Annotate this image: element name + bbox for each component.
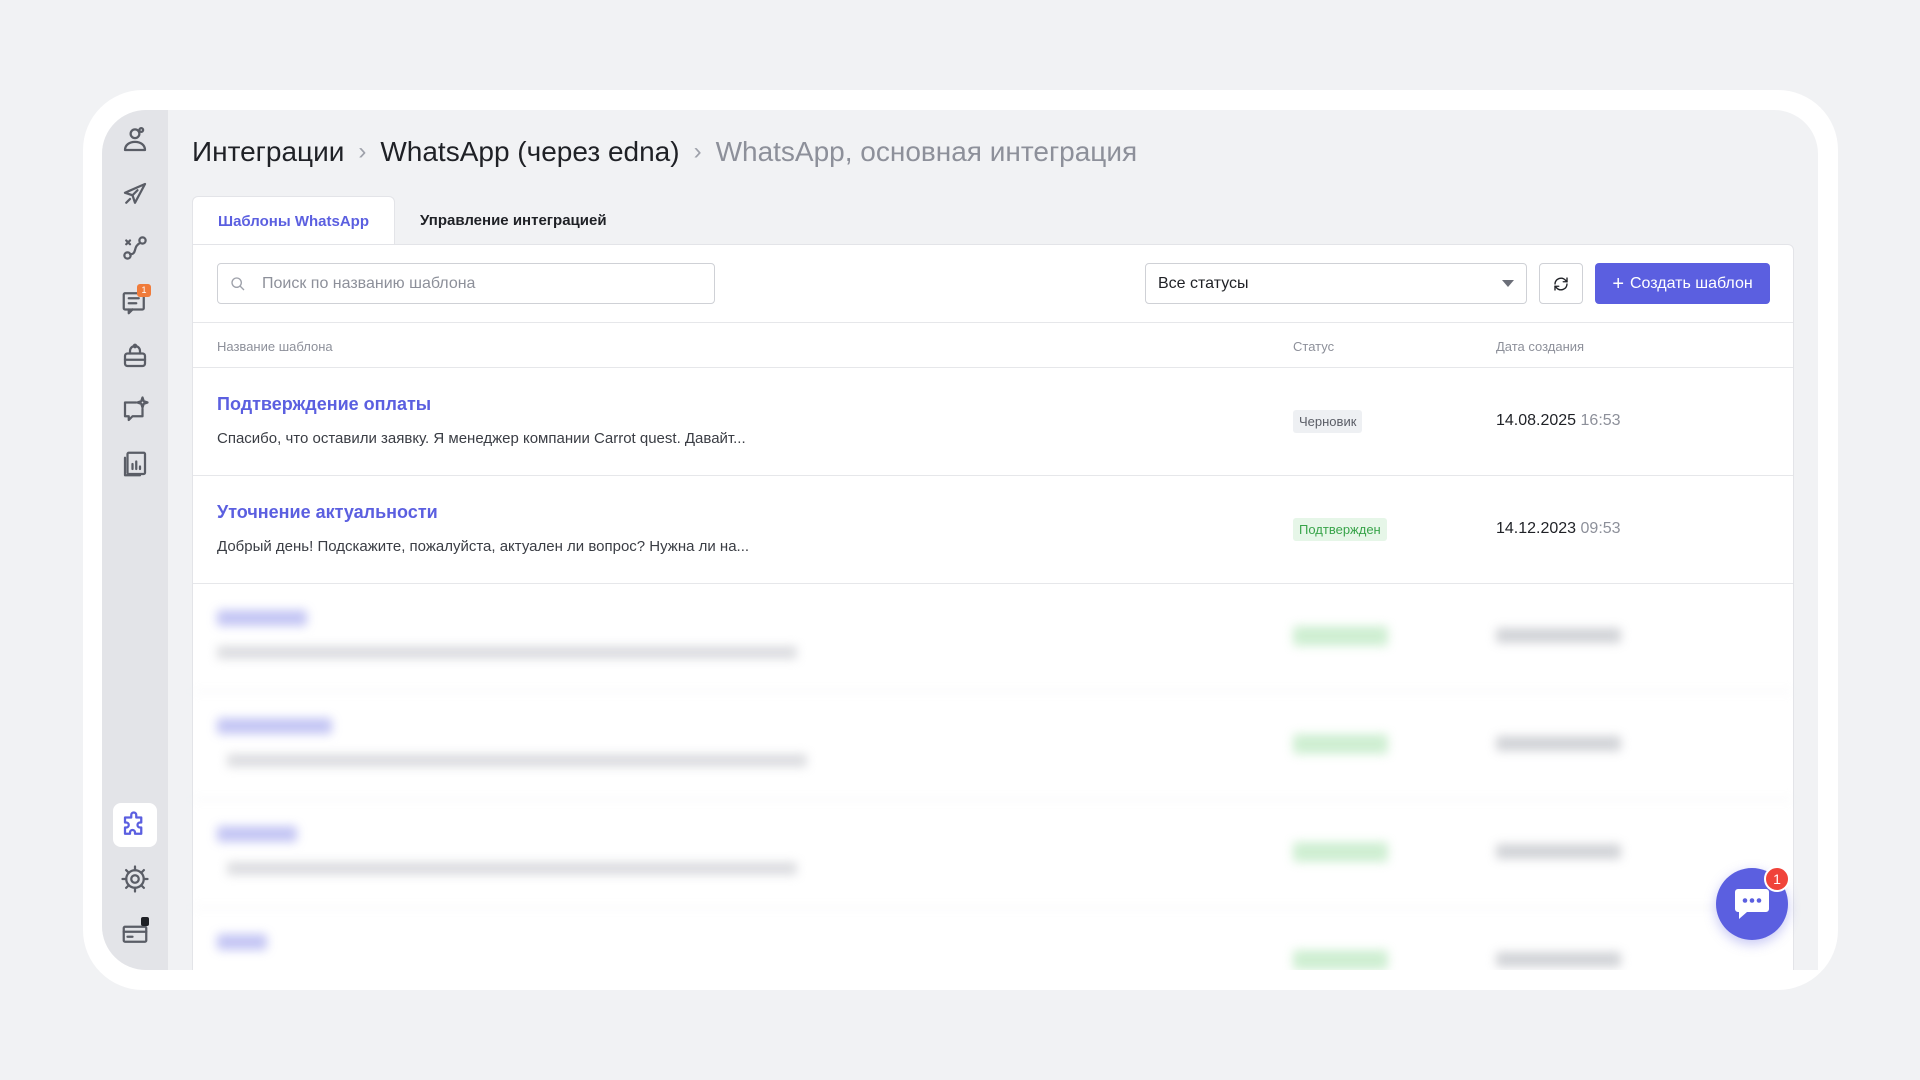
created-date-day: 14.08.2025	[1496, 412, 1577, 429]
caret-down-icon	[1502, 280, 1514, 287]
puzzle-icon	[123, 811, 143, 835]
created-date: 14.12.2023 09:53	[1496, 520, 1621, 538]
refresh-icon	[1554, 276, 1568, 291]
template-name-link[interactable]: Подтверждение оплаты	[217, 394, 431, 415]
redacted-date	[1496, 736, 1621, 751]
bot-icon	[123, 343, 147, 368]
column-header-name: Название шаблона	[217, 339, 333, 354]
route-icon	[123, 236, 147, 260]
redacted-date	[1496, 844, 1621, 859]
breadcrumb-current: WhatsApp, основная интеграция	[715, 136, 1138, 167]
users-icon	[123, 127, 147, 152]
search-input[interactable]	[262, 274, 702, 293]
created-date-time: 09:53	[1580, 520, 1621, 537]
conversations-badge: 1	[137, 284, 151, 297]
table-row[interactable]: Подтверждение оплаты Спасибо, что остави…	[193, 368, 1793, 476]
chat-widget-badge: 1	[1764, 866, 1790, 892]
nav-users[interactable]	[113, 118, 157, 162]
redacted-preview	[227, 754, 807, 767]
nav-integrations[interactable]	[113, 803, 157, 847]
templates-panel: Все статусы + Создать шаблон Название ша…	[192, 244, 1794, 970]
template-name-link[interactable]: Уточнение актуальности	[217, 502, 438, 523]
redacted-preview	[227, 862, 797, 875]
refresh-button[interactable]	[1539, 263, 1583, 304]
nav-bots[interactable]	[113, 334, 157, 378]
breadcrumb-whatsapp-edna[interactable]: WhatsApp (через edna)	[380, 136, 679, 168]
chevron-right-icon: ›	[358, 138, 367, 165]
template-preview: Спасибо, что оставили заявку. Я менеджер…	[217, 430, 746, 447]
nav-conversations[interactable]: 1	[113, 280, 157, 324]
table-row-redacted[interactable]	[193, 692, 1793, 800]
redacted-status	[1293, 626, 1388, 646]
nav-billing[interactable]	[113, 911, 157, 955]
app-window: 1 Интеграции › WhatsApp (через edna) › W…	[102, 110, 1818, 970]
chat-widget-button[interactable]: 1	[1716, 866, 1790, 940]
reports-icon	[123, 451, 147, 477]
redacted-name	[217, 610, 307, 626]
status-badge: Подтвержден	[1293, 518, 1387, 541]
redacted-name	[217, 718, 332, 734]
search-box[interactable]	[217, 263, 715, 304]
redacted-status	[1293, 950, 1388, 970]
create-template-label: Создать шаблон	[1630, 274, 1753, 292]
create-template-button[interactable]: + Создать шаблон	[1595, 263, 1770, 304]
nav-ai-assistant[interactable]	[113, 388, 157, 432]
nav-reports[interactable]	[113, 442, 157, 486]
created-date: 14.08.2025 16:53	[1496, 412, 1621, 430]
table-row-redacted[interactable]	[193, 800, 1793, 908]
redacted-status	[1293, 734, 1388, 754]
tab-integration-management[interactable]: Управление интеграцией	[395, 196, 632, 244]
sidebar: 1	[102, 110, 168, 970]
chevron-right-icon: ›	[693, 138, 702, 165]
nav-settings[interactable]	[113, 857, 157, 901]
redacted-name	[217, 934, 267, 950]
tab-bar: Шаблоны WhatsApp Управление интеграцией	[192, 196, 632, 244]
plus-icon: +	[1612, 272, 1624, 295]
table-row[interactable]: Уточнение актуальности Добрый день! Подс…	[193, 476, 1793, 584]
nav-campaigns[interactable]	[113, 172, 157, 216]
breadcrumb-integrations[interactable]: Интеграции	[192, 136, 344, 168]
search-icon	[231, 276, 245, 290]
redacted-date	[1496, 952, 1621, 967]
breadcrumb: Интеграции › WhatsApp (через edna) › Wha…	[192, 136, 1137, 168]
gear-icon	[121, 865, 149, 893]
status-badge: Черновик	[1293, 410, 1363, 433]
created-date-time: 16:53	[1580, 412, 1621, 429]
status-filter-value: Все статусы	[1158, 274, 1249, 292]
main-content: Интеграции › WhatsApp (через edna) › Wha…	[168, 110, 1818, 970]
chat-bubble-icon	[1735, 889, 1769, 919]
created-date-day: 14.12.2023	[1496, 520, 1577, 537]
toolbar: Все статусы + Создать шаблон	[193, 245, 1793, 323]
redacted-preview	[217, 646, 797, 659]
lock-icon	[141, 917, 149, 926]
sparkle-chat-icon	[123, 396, 149, 422]
tab-whatsapp-templates[interactable]: Шаблоны WhatsApp	[192, 196, 395, 244]
table-row-redacted[interactable]	[193, 908, 1793, 970]
column-header-date: Дата создания	[1496, 339, 1585, 354]
template-preview: Добрый день! Подскажите, пожалуйста, акт…	[217, 538, 750, 555]
redacted-status	[1293, 842, 1388, 862]
nav-scenarios[interactable]	[113, 226, 157, 270]
status-filter-select[interactable]: Все статусы	[1145, 263, 1527, 304]
column-header-status: Статус	[1293, 339, 1335, 354]
table-header: Название шаблона Статус Дата создания	[193, 323, 1793, 368]
redacted-date	[1496, 628, 1621, 643]
redacted-name	[217, 826, 297, 842]
table-row-redacted[interactable]	[193, 584, 1793, 692]
rocket-icon	[123, 182, 147, 204]
